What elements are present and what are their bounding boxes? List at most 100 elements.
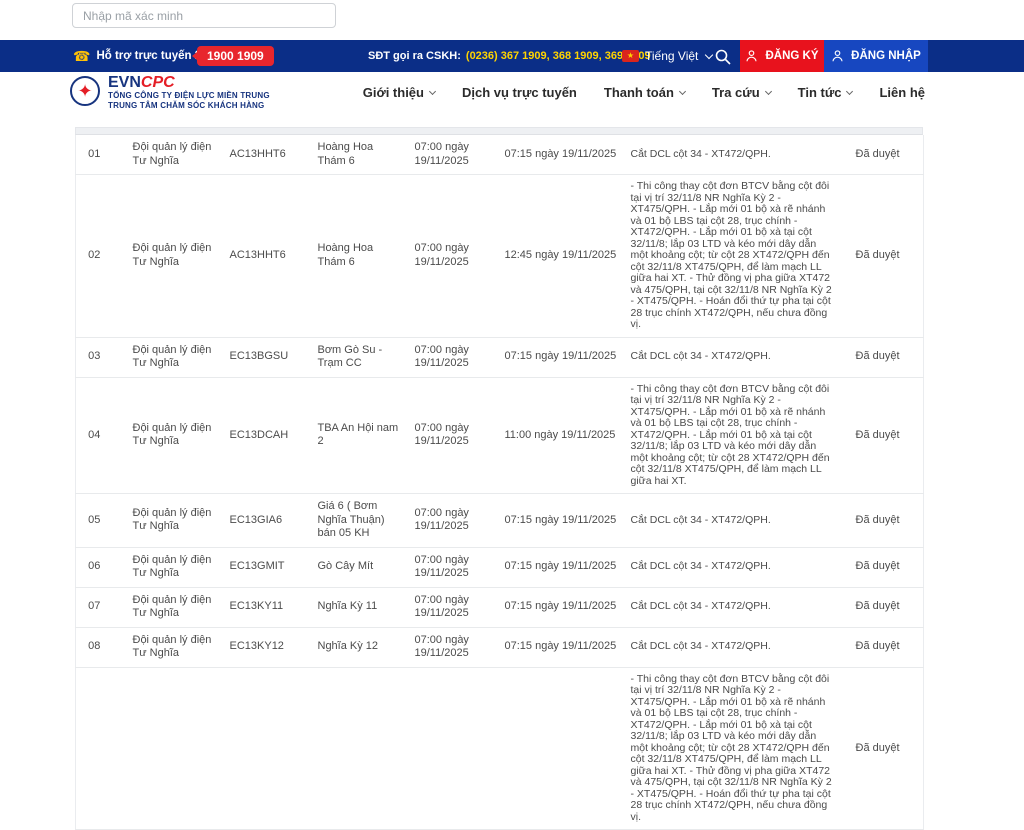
table-row: 02 Đội quản lý điện Tư Nghĩa AC13HHT6 Ho… [76, 175, 924, 338]
chevron-down-icon [705, 50, 713, 58]
row-area: Hoàng Hoa Thám 6 [315, 135, 412, 175]
outage-table-body: 01 Đội quản lý điện Tư Nghĩa AC13HHT6 Ho… [76, 135, 924, 830]
brand-logo[interactable]: ✦ EVNCPC TỔNG CÔNG TY ĐIỆN LỰC MIỀN TRUN… [70, 74, 270, 111]
row-end-time: 07:15 ngày 19/11/2025 [502, 337, 631, 377]
evn-logo-icon: ✦ [70, 76, 100, 106]
login-button[interactable]: ĐĂNG NHẬP [824, 40, 928, 72]
table-top-strip [75, 127, 923, 135]
row-area: Giá 6 ( Bơm Nghĩa Thuận) bán 05 KH [315, 494, 412, 548]
row-start-time: 07:00 ngày 19/11/2025 [412, 175, 502, 338]
row-index: 02 [76, 175, 121, 338]
table-row: 08 Đội quản lý điện Tư Nghĩa EC13KY12 Ng… [76, 627, 924, 667]
row-status: Đã duyệt [846, 627, 924, 667]
chevron-down-icon [679, 88, 686, 95]
row-end-time [502, 667, 631, 830]
row-index: 04 [76, 377, 121, 494]
row-area: Gò Cây Mít [315, 547, 412, 587]
nav-item-dich-vu-truc-tuyen[interactable]: Dịch vụ trực tuyến [462, 85, 577, 100]
row-status: Đã duyệt [846, 547, 924, 587]
language-selector[interactable]: Tiếng Việt [645, 40, 712, 72]
row-unit: Đội quản lý điện Tư Nghĩa [121, 547, 227, 587]
row-start-time: 07:00 ngày 19/11/2025 [412, 587, 502, 627]
login-label: ĐĂNG NHẬP [851, 50, 921, 62]
row-reason: Cắt DCL cột 34 - XT472/QPH. [631, 587, 846, 627]
nav-label: Liên hệ [879, 85, 925, 100]
row-start-time: 07:00 ngày 19/11/2025 [412, 377, 502, 494]
row-reason: - Thi công thay cột đơn BTCV bằng cột đô… [631, 377, 846, 494]
row-index: 07 [76, 587, 121, 627]
row-area: Hoàng Hoa Thám 6 [315, 175, 412, 338]
row-status: Đã duyệt [846, 135, 924, 175]
brand-evn: EVN [108, 74, 141, 91]
row-end-time: 11:00 ngày 19/11/2025 [502, 377, 631, 494]
row-index: 06 [76, 547, 121, 587]
row-station-code: AC13HHT6 [227, 135, 315, 175]
row-area: Nghĩa Kỳ 11 [315, 587, 412, 627]
row-index: 03 [76, 337, 121, 377]
hotline-badge[interactable]: 1900 1909 [197, 46, 274, 66]
chevron-down-icon [429, 88, 436, 95]
language-label: Tiếng Việt [645, 49, 698, 63]
search-icon[interactable] [714, 48, 732, 66]
table-row: 03 Đội quản lý điện Tư Nghĩa EC13BGSU Bơ… [76, 337, 924, 377]
nav-label: Dịch vụ trực tuyến [462, 85, 577, 100]
row-unit: Đội quản lý điện Tư Nghĩa [121, 175, 227, 338]
row-reason: Cắt DCL cột 34 - XT472/QPH. [631, 547, 846, 587]
row-station-code: EC13KY12 [227, 627, 315, 667]
nav-item-lien-he[interactable]: Liên hệ [879, 85, 925, 100]
nav-item-tin-tuc[interactable]: Tin tức [798, 85, 853, 100]
table-row: 07 Đội quản lý điện Tư Nghĩa EC13KY11 Ng… [76, 587, 924, 627]
nav-label: Tra cứu [712, 85, 760, 100]
table-row: - Thi công thay cột đơn BTCV bằng cột đô… [76, 667, 924, 830]
verify-code-input[interactable] [72, 3, 336, 28]
row-station-code: EC13BGSU [227, 337, 315, 377]
register-button[interactable]: ĐĂNG KÝ [740, 40, 824, 72]
row-reason: Cắt DCL cột 34 - XT472/QPH. [631, 135, 846, 175]
row-reason: - Thi công thay cột đơn BTCV bằng cột đô… [631, 175, 846, 338]
table-row: 04 Đội quản lý điện Tư Nghĩa EC13DCAH TB… [76, 377, 924, 494]
row-unit: Đội quản lý điện Tư Nghĩa [121, 135, 227, 175]
row-station-code: EC13GMIT [227, 547, 315, 587]
row-end-time: 07:15 ngày 19/11/2025 [502, 627, 631, 667]
nav-item-gioi-thieu[interactable]: Giới thiệu [363, 85, 435, 100]
row-station-code: EC13KY11 [227, 587, 315, 627]
person-icon [745, 49, 758, 63]
row-end-time: 07:15 ngày 19/11/2025 [502, 547, 631, 587]
row-start-time: 07:00 ngày 19/11/2025 [412, 494, 502, 548]
row-start-time: 07:00 ngày 19/11/2025 [412, 135, 502, 175]
utility-bar: ☎ Hỗ trợ trực tuyến 24/7: 1900 1909 SĐT … [0, 40, 1024, 72]
row-status: Đã duyệt [846, 337, 924, 377]
row-status: Đã duyệt [846, 377, 924, 494]
row-reason: Cắt DCL cột 34 - XT472/QPH. [631, 494, 846, 548]
row-start-time: 07:00 ngày 19/11/2025 [412, 627, 502, 667]
row-unit: Đội quản lý điện Tư Nghĩa [121, 377, 227, 494]
row-index: 08 [76, 627, 121, 667]
cskh-label: SĐT gọi ra CSKH: [368, 50, 461, 62]
nav-label: Thanh toán [604, 85, 674, 100]
table-row: 06 Đội quản lý điện Tư Nghĩa EC13GMIT Gò… [76, 547, 924, 587]
row-end-time: 07:15 ngày 19/11/2025 [502, 494, 631, 548]
phone-icon: ☎ [73, 49, 90, 63]
row-end-time: 07:15 ngày 19/11/2025 [502, 587, 631, 627]
row-reason: Cắt DCL cột 34 - XT472/QPH. [631, 337, 846, 377]
row-end-time: 07:15 ngày 19/11/2025 [502, 135, 631, 175]
logo-star-icon: ✦ [77, 82, 92, 100]
row-station-code [227, 667, 315, 830]
row-status: Đã duyệt [846, 175, 924, 338]
brand-text: EVNCPC TỔNG CÔNG TY ĐIỆN LỰC MIỀN TRUNG … [108, 74, 270, 111]
outage-table: 01 Đội quản lý điện Tư Nghĩa AC13HHT6 Ho… [75, 135, 924, 830]
nav-item-thanh-toan[interactable]: Thanh toán [604, 85, 685, 100]
row-area: Nghĩa Kỳ 12 [315, 627, 412, 667]
row-area: Bơm Gò Su - Trạm CC [315, 337, 412, 377]
main-nav: Giới thiệu Dịch vụ trực tuyến Thanh toán… [363, 72, 925, 112]
flag-star-icon: ★ [627, 52, 634, 60]
row-start-time: 07:00 ngày 19/11/2025 [412, 547, 502, 587]
nav-item-tra-cuu[interactable]: Tra cứu [712, 85, 771, 100]
nav-label: Tin tức [798, 85, 842, 100]
cskh-group: SĐT gọi ra CSKH: (0236) 367 1909, 368 19… [368, 40, 651, 72]
row-status: Đã duyệt [846, 667, 924, 830]
row-reason: - Thi công thay cột đơn BTCV bằng cột đô… [631, 667, 846, 830]
row-unit: Đội quản lý điện Tư Nghĩa [121, 337, 227, 377]
register-label: ĐĂNG KÝ [765, 50, 818, 62]
row-area [315, 667, 412, 830]
